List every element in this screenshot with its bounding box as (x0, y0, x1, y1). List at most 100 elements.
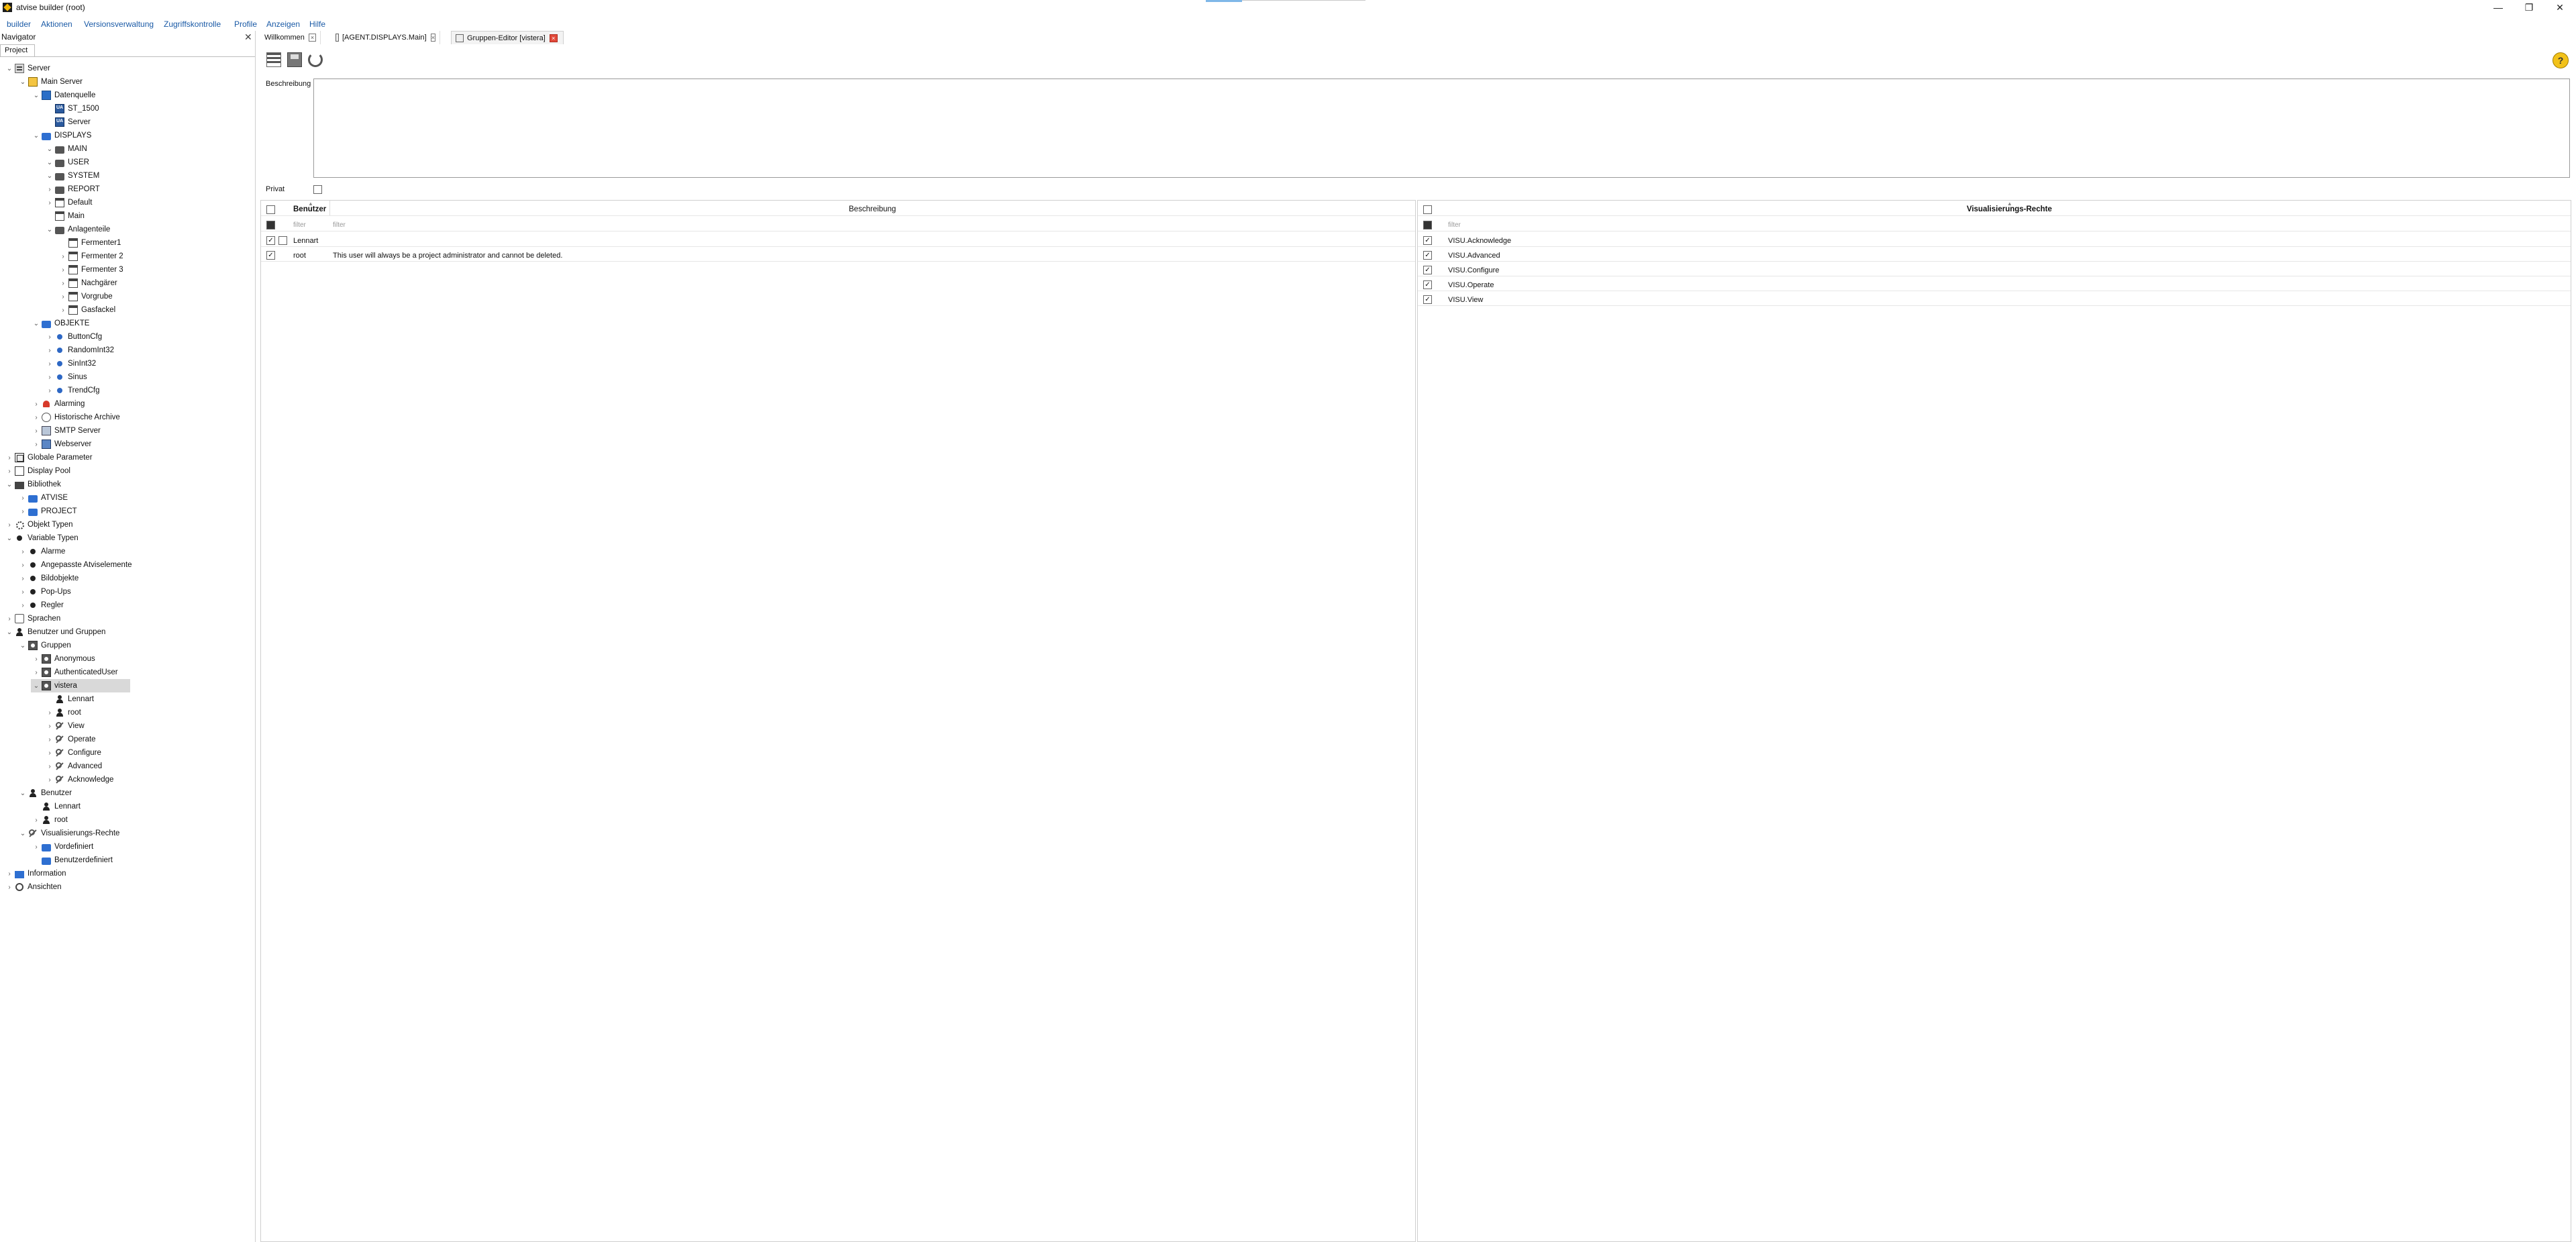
select-all-users-checkbox[interactable] (266, 205, 275, 214)
collapse-chevron-icon[interactable]: ⌄ (4, 535, 15, 542)
tree-item[interactable]: Lennart (44, 692, 94, 706)
tree-item[interactable]: › Sinus (44, 370, 87, 384)
tab-willkommen[interactable]: Willkommen × (260, 31, 321, 44)
expand-chevron-icon[interactable]: › (17, 575, 28, 582)
collapse-chevron-icon[interactable]: ⌄ (31, 132, 42, 140)
tree-item[interactable]: › AuthenticatedUser (31, 666, 118, 679)
filter-state-icon[interactable] (1423, 221, 1432, 229)
tree-item[interactable]: › PROJECT (17, 505, 77, 518)
tree-item[interactable]: › Gasfackel (58, 303, 115, 317)
tree-item[interactable]: › Alarming (31, 397, 85, 411)
tree-item[interactable]: › TrendCfg (44, 384, 99, 397)
expand-chevron-icon[interactable]: › (4, 870, 15, 878)
tree-item[interactable]: › Fermenter 2 (58, 250, 123, 263)
expand-chevron-icon[interactable]: › (17, 562, 28, 569)
expand-chevron-icon[interactable]: › (44, 749, 55, 757)
menu-versionsverwaltung[interactable]: Versionsverwaltung (84, 19, 154, 29)
expand-chevron-icon[interactable]: › (17, 602, 28, 609)
column-header-user[interactable]: Benutzer (293, 205, 326, 213)
tree-item[interactable]: › ButtonCfg (44, 330, 102, 344)
user-checkbox-root[interactable]: ✓ (266, 251, 275, 260)
tree-item[interactable]: Lennart (31, 800, 81, 813)
close-icon[interactable]: × (430, 34, 435, 42)
right-checkbox[interactable]: ✓ (1423, 236, 1432, 245)
expand-chevron-icon[interactable]: › (44, 374, 55, 381)
right-checkbox[interactable]: ✓ (1423, 251, 1432, 260)
expand-chevron-icon[interactable]: › (58, 266, 68, 274)
expand-chevron-icon[interactable]: › (4, 521, 15, 529)
expand-chevron-icon[interactable]: › (4, 615, 15, 623)
right-checkbox[interactable]: ✓ (1423, 266, 1432, 274)
collapse-chevron-icon[interactable]: ⌄ (44, 172, 55, 180)
tab-project[interactable]: Project (0, 44, 35, 56)
tree-item[interactable]: ⌄ Benutzer (17, 786, 72, 800)
tree-item[interactable]: ⌄ Benutzer und Gruppen (4, 625, 105, 639)
tree-item[interactable]: ⌄ OBJEKTE (31, 317, 89, 330)
expand-chevron-icon[interactable]: › (31, 669, 42, 676)
tree-item[interactable]: › SMTP Server (31, 424, 101, 437)
tab-agent-displays-main[interactable]: [AGENT.DISPLAYS.Main] × (331, 31, 440, 44)
tab-gruppen-editor[interactable]: Gruppen-Editor [vistera] × (451, 31, 564, 44)
collapse-chevron-icon[interactable]: ⌄ (4, 629, 15, 636)
menu-zugriffskontrolle[interactable]: Zugriffskontrolle (164, 19, 221, 29)
tree-item[interactable]: Main (44, 209, 85, 223)
tree-item[interactable]: › Alarme (17, 545, 65, 558)
expand-chevron-icon[interactable]: › (4, 454, 15, 462)
tree-item[interactable]: › Ansichten (4, 880, 62, 894)
tree-item[interactable]: › REPORT (44, 183, 100, 196)
column-header-rights[interactable]: Visualisierungs-Rechte (1967, 205, 2052, 213)
tree-item[interactable]: › Fermenter 3 (58, 263, 123, 276)
tree-item[interactable]: ST_1500 (44, 102, 99, 115)
expand-chevron-icon[interactable]: › (44, 709, 55, 717)
save-icon[interactable] (287, 52, 302, 67)
tree-item[interactable]: ⌄ MAIN (44, 142, 87, 156)
collapse-chevron-icon[interactable]: ⌄ (17, 642, 28, 650)
menu-hilfe[interactable]: Hilfe (309, 19, 325, 29)
tree-item[interactable]: ⌄ vistera (31, 679, 130, 692)
expand-chevron-icon[interactable]: › (31, 427, 42, 435)
tree-item[interactable]: ⌄ Main Server (17, 75, 83, 89)
tree-item[interactable]: › Vordefiniert (31, 840, 93, 853)
user-checkbox-lennart[interactable]: ✓ (266, 236, 275, 245)
tree-item[interactable]: › Information (4, 867, 66, 880)
collapse-chevron-icon[interactable]: ⌄ (44, 146, 55, 153)
expand-chevron-icon[interactable]: › (58, 253, 68, 260)
tree-item[interactable]: › Default (44, 196, 92, 209)
collapse-chevron-icon[interactable]: ⌄ (44, 226, 55, 234)
expand-chevron-icon[interactable]: › (44, 723, 55, 730)
expand-chevron-icon[interactable]: › (44, 333, 55, 341)
tree-item[interactable]: › Acknowledge (44, 773, 113, 786)
tree-item[interactable]: ⌄ Visualisierungs-Rechte (17, 827, 119, 840)
expand-chevron-icon[interactable]: › (31, 441, 42, 448)
expand-chevron-icon[interactable]: › (17, 495, 28, 502)
tree-item[interactable]: ⌄ USER (44, 156, 89, 169)
tree-item[interactable]: › Advanced (44, 760, 102, 773)
collapse-chevron-icon[interactable]: ⌄ (44, 159, 55, 166)
navigator-close-icon[interactable]: ✕ (244, 32, 252, 43)
expand-chevron-icon[interactable]: › (31, 843, 42, 851)
tree-item[interactable]: › RandomInt32 (44, 344, 114, 357)
tree-item[interactable]: ⌄ Variable Typen (4, 531, 79, 545)
expand-chevron-icon[interactable]: › (4, 884, 15, 891)
tree-item[interactable]: › Webserver (31, 437, 91, 451)
tree-item[interactable]: › Regler (17, 599, 64, 612)
minimize-button[interactable]: — (2483, 0, 2514, 15)
tree-item[interactable]: › ATVISE (17, 491, 68, 505)
tree-item[interactable]: › SinInt32 (44, 357, 96, 370)
expand-chevron-icon[interactable]: › (31, 656, 42, 663)
tree-item[interactable]: › Display Pool (4, 464, 70, 478)
tree-item[interactable]: ⌄ DISPLAYS (31, 129, 91, 142)
expand-chevron-icon[interactable]: › (31, 414, 42, 421)
tree-item[interactable]: › View (44, 719, 85, 733)
tree-item[interactable]: › Nachgärer (58, 276, 117, 290)
tree-item[interactable]: › Pop-Ups (17, 585, 70, 599)
description-textarea[interactable] (313, 79, 2570, 178)
tree-item[interactable]: Fermenter1 (58, 236, 121, 250)
menu-builder[interactable]: builder (7, 19, 31, 29)
expand-chevron-icon[interactable]: › (17, 508, 28, 515)
expand-chevron-icon[interactable]: › (44, 360, 55, 368)
help-icon[interactable]: ? (2553, 52, 2569, 68)
expand-chevron-icon[interactable]: › (58, 307, 68, 314)
expand-chevron-icon[interactable]: › (58, 293, 68, 301)
expand-chevron-icon[interactable]: › (31, 817, 42, 824)
